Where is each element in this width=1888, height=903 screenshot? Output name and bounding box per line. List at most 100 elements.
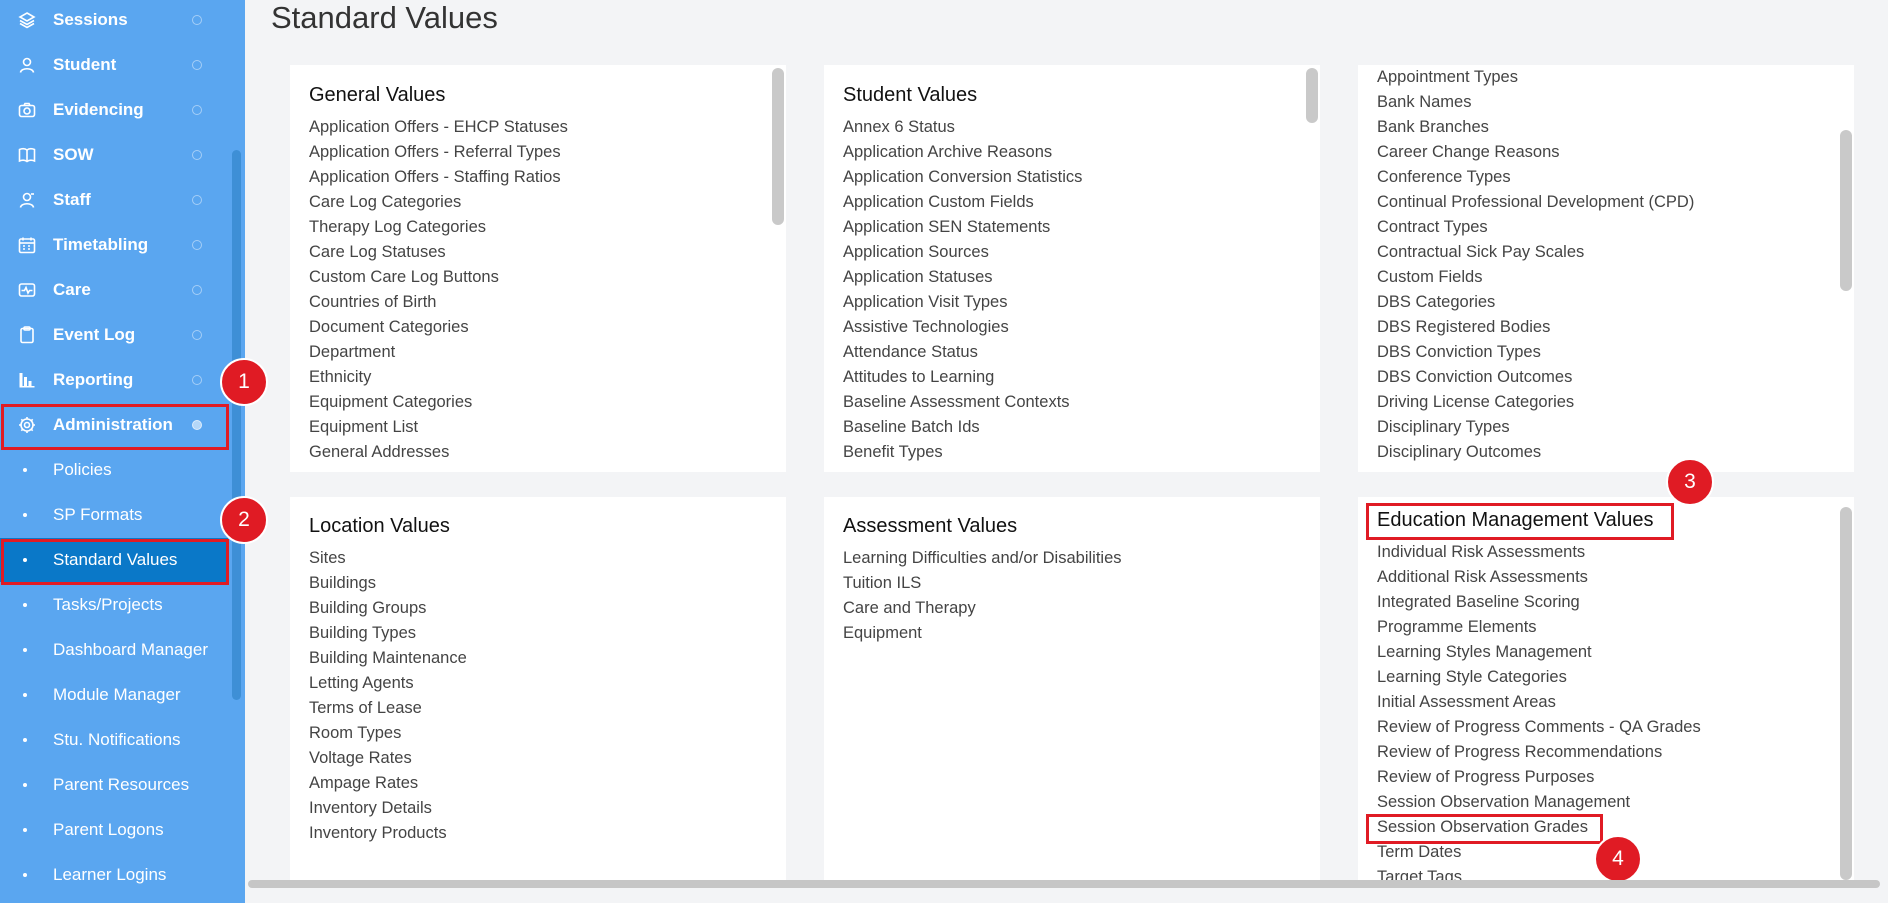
list-item[interactable]: Learning Styles Management — [1377, 640, 1701, 665]
panel-scrollbar[interactable] — [1840, 507, 1852, 880]
list-item[interactable]: Bank Branches — [1377, 115, 1694, 140]
list-item[interactable]: Learning Difficulties and/or Disabilitie… — [843, 546, 1122, 571]
list-item[interactable]: Contractual Sick Pay Scales — [1377, 240, 1694, 265]
list-item[interactable]: Application Visit Types — [843, 290, 1082, 315]
subnav-label: Stu. Notifications — [53, 730, 181, 749]
list-item[interactable]: Care Log Categories — [309, 190, 568, 215]
nav-event-log[interactable]: Event Log — [0, 313, 230, 357]
list-item[interactable]: Attendance Status — [843, 340, 1082, 365]
list-item[interactable]: Continual Professional Development (CPD) — [1377, 190, 1694, 215]
list-item[interactable]: Baseline Batch Ids — [843, 415, 1082, 440]
list-item[interactable]: Programme Elements — [1377, 615, 1701, 640]
list-item[interactable]: DBS Categories — [1377, 290, 1694, 315]
list-item[interactable]: Building Types — [309, 621, 467, 646]
list-item[interactable]: Care and Therapy — [843, 596, 1122, 621]
panel-scrollbar[interactable] — [772, 68, 784, 225]
list-item[interactable]: Department — [309, 340, 568, 365]
list-item[interactable]: Target Tags — [1377, 865, 1701, 880]
list-item[interactable]: Ampage Rates — [309, 771, 467, 796]
list-item[interactable]: Equipment List — [309, 415, 568, 440]
nav-student[interactable]: Student — [0, 43, 230, 87]
subnav-module-manager[interactable]: Module Manager — [0, 673, 228, 717]
list-item[interactable]: Sites — [309, 546, 467, 571]
subnav-label: Dashboard Manager — [53, 640, 208, 659]
list-item[interactable]: General Addresses — [309, 440, 568, 465]
list-item[interactable]: Ethnicity — [309, 365, 568, 390]
list-item[interactable]: Therapy Log Categories — [309, 215, 568, 240]
list-item[interactable]: DBS Registered Bodies — [1377, 315, 1694, 340]
subnav-policies[interactable]: Policies — [0, 448, 228, 492]
panel-scrollbar[interactable] — [1840, 130, 1852, 291]
nav-evidencing[interactable]: Evidencing — [0, 88, 230, 132]
nav-sessions[interactable]: Sessions — [0, 0, 230, 42]
list-item[interactable]: Initial Assessment Areas — [1377, 690, 1701, 715]
list-item[interactable]: Equipment Categories — [309, 390, 568, 415]
list-item[interactable]: Custom Care Log Buttons — [309, 265, 568, 290]
list-item[interactable]: Application Statuses — [843, 265, 1082, 290]
list-item[interactable]: Application Custom Fields — [843, 190, 1082, 215]
list-item[interactable]: Review of Progress Comments - QA Grades — [1377, 715, 1701, 740]
value-list: Appointment Types Bank Names Bank Branch… — [1377, 65, 1694, 465]
list-item[interactable]: Letting Agents — [309, 671, 467, 696]
list-item[interactable]: Session Observation Management — [1377, 790, 1701, 815]
list-item[interactable]: Application Archive Reasons — [843, 140, 1082, 165]
list-item[interactable]: Application Sources — [843, 240, 1082, 265]
nav-sow[interactable]: SOW — [0, 133, 230, 177]
panel-scrollbar[interactable] — [1306, 68, 1318, 123]
list-item[interactable]: Bank Names — [1377, 90, 1694, 115]
list-item[interactable]: Room Types — [309, 721, 467, 746]
list-item[interactable]: Individual Risk Assessments — [1377, 540, 1701, 565]
list-item[interactable]: Custom Fields — [1377, 265, 1694, 290]
subnav-stu-notifications[interactable]: Stu. Notifications — [0, 718, 228, 762]
nav-reporting[interactable]: Reporting — [0, 358, 230, 402]
list-item[interactable]: Review of Progress Recommendations — [1377, 740, 1701, 765]
list-item[interactable]: Integrated Baseline Scoring — [1377, 590, 1701, 615]
subnav-sp-formats[interactable]: SP Formats — [0, 493, 228, 537]
list-item[interactable]: Assistive Technologies — [843, 315, 1082, 340]
list-item[interactable]: Buildings — [309, 571, 467, 596]
subnav-tasks-projects[interactable]: Tasks/Projects — [0, 583, 228, 627]
list-item[interactable]: Application Offers - Staffing Ratios — [309, 165, 568, 190]
list-item[interactable]: Benefit Types — [843, 440, 1082, 465]
list-item[interactable]: Document Categories — [309, 315, 568, 340]
list-item[interactable]: Application Offers - EHCP Statuses — [309, 115, 568, 140]
subnav-learner-logins[interactable]: Learner Logins — [0, 853, 228, 897]
list-item[interactable]: Career Change Reasons — [1377, 140, 1694, 165]
list-item[interactable]: Learning Style Categories — [1377, 665, 1701, 690]
list-item[interactable]: Appointment Types — [1377, 65, 1694, 90]
list-item[interactable]: Application Offers - Referral Types — [309, 140, 568, 165]
list-item[interactable]: Baseline Assessment Contexts — [843, 390, 1082, 415]
list-item[interactable]: Inventory Products — [309, 821, 467, 846]
list-item[interactable]: Disciplinary Types — [1377, 415, 1694, 440]
list-item[interactable]: Care Log Statuses — [309, 240, 568, 265]
list-item[interactable]: Application Conversion Statistics — [843, 165, 1082, 190]
list-item[interactable]: Application SEN Statements — [843, 215, 1082, 240]
list-item[interactable]: Building Maintenance — [309, 646, 467, 671]
list-item[interactable]: DBS Conviction Outcomes — [1377, 365, 1694, 390]
horizontal-scrollbar[interactable] — [248, 880, 1880, 888]
list-item[interactable]: Conference Types — [1377, 165, 1694, 190]
subnav-parent-resources[interactable]: Parent Resources — [0, 763, 228, 807]
list-item[interactable]: Additional Risk Assessments — [1377, 565, 1701, 590]
list-item[interactable]: Building Groups — [309, 596, 467, 621]
list-item[interactable]: Equipment — [843, 621, 1122, 646]
list-item[interactable]: Voltage Rates — [309, 746, 467, 771]
nav-timetabling[interactable]: Timetabling — [0, 223, 230, 267]
nav-staff[interactable]: Staff — [0, 178, 230, 222]
subnav-dashboard-manager[interactable]: Dashboard Manager — [0, 628, 228, 672]
list-item[interactable]: Driving License Categories — [1377, 390, 1694, 415]
list-item[interactable]: DBS Conviction Types — [1377, 340, 1694, 365]
list-item[interactable]: Contract Types — [1377, 215, 1694, 240]
nav-care[interactable]: Care — [0, 268, 230, 312]
list-item[interactable]: Annex 6 Status — [843, 115, 1082, 140]
list-item[interactable]: Attitudes to Learning — [843, 365, 1082, 390]
list-item[interactable]: Review of Progress Purposes — [1377, 765, 1701, 790]
sidebar-scrollbar[interactable] — [232, 150, 241, 700]
subnav-parent-logons[interactable]: Parent Logons — [0, 808, 228, 852]
list-item[interactable]: Disciplinary Outcomes — [1377, 440, 1694, 465]
list-item[interactable]: Inventory Details — [309, 796, 467, 821]
step-marker-2: 2 — [220, 496, 268, 544]
list-item[interactable]: Tuition ILS — [843, 571, 1122, 596]
list-item[interactable]: Countries of Birth — [309, 290, 568, 315]
list-item[interactable]: Terms of Lease — [309, 696, 467, 721]
